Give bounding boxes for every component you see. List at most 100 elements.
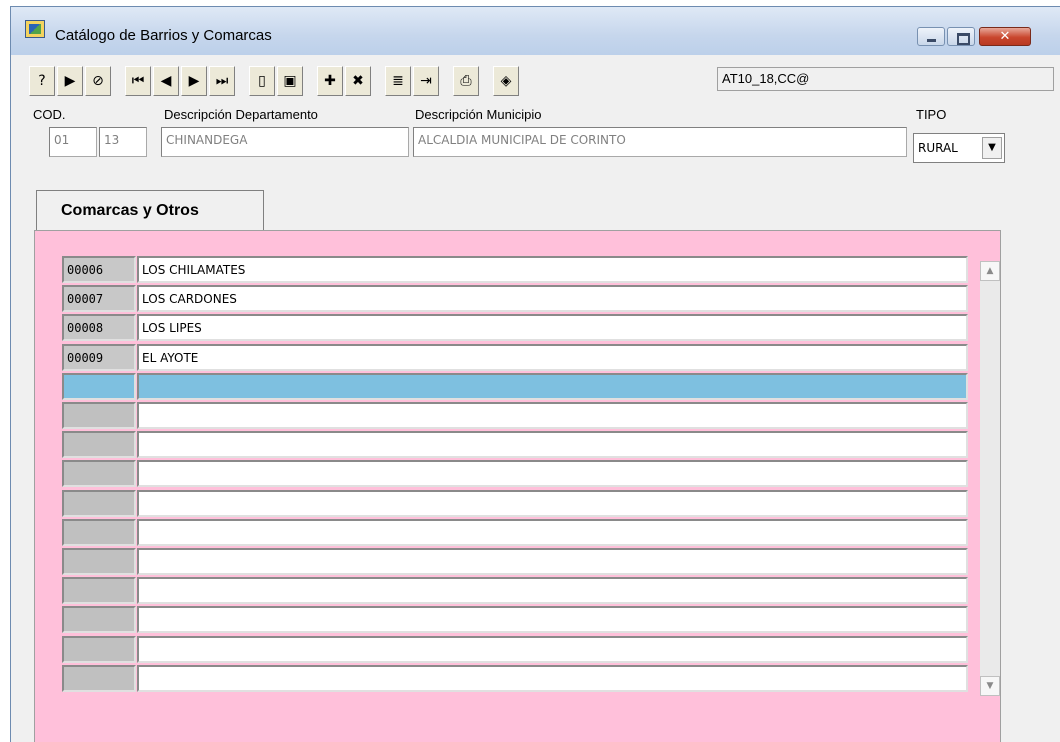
description-cell[interactable] <box>137 402 968 429</box>
description-cell[interactable] <box>137 431 968 459</box>
print-button[interactable]: ⎙ <box>453 66 479 96</box>
description-cell[interactable] <box>137 518 968 546</box>
code-cell[interactable] <box>62 402 136 429</box>
cancel-query-icon: ⊘ <box>92 73 104 89</box>
title-bar[interactable]: Catálogo de Barrios y Comarcas ✕ <box>11 7 1060 55</box>
next-record-button[interactable]: ▶ <box>181 66 207 96</box>
table-row[interactable] <box>62 606 968 634</box>
tipo-value: RURAL <box>918 141 958 155</box>
description-cell[interactable] <box>137 577 968 605</box>
cod-municipio-field[interactable]: 13 <box>99 127 147 157</box>
execute-query-button[interactable]: ▶ <box>57 66 83 96</box>
next-record-icon: ▶ <box>188 73 200 89</box>
table-row[interactable]: 00009 EL AYOTE <box>62 343 968 371</box>
table-row[interactable] <box>62 548 968 575</box>
table-row[interactable]: 00007 LOS CARDONES <box>62 285 968 313</box>
table-row[interactable] <box>62 402 968 429</box>
last-record-icon: ⏭ <box>215 73 229 89</box>
new-document-button[interactable]: ▯ <box>249 66 275 96</box>
close-icon: ✕ <box>999 29 1011 44</box>
description-cell[interactable] <box>137 664 968 692</box>
code-cell[interactable]: 00006 <box>62 256 136 283</box>
code-cell[interactable] <box>62 460 136 488</box>
departamento-label: Descripción Departamento <box>164 107 318 122</box>
exit-button[interactable]: ⇥ <box>413 66 439 96</box>
code-cell[interactable] <box>62 431 136 459</box>
tipo-label: TIPO <box>916 107 947 122</box>
code-cell[interactable] <box>62 548 136 575</box>
code-cell[interactable] <box>62 489 136 517</box>
code-cell[interactable]: 00009 <box>62 343 136 371</box>
add-record-button[interactable]: ✚ <box>317 66 343 96</box>
table-row[interactable] <box>62 460 968 488</box>
minimize-button[interactable] <box>917 27 945 46</box>
table-row[interactable] <box>62 577 968 605</box>
close-button[interactable]: ✕ <box>979 27 1031 46</box>
delete-record-icon: ✖ <box>352 73 364 89</box>
toolbar-buttons: ? ▶ ⊘ ⏮ ◀ ▶ ⏭ ▯ ▣ ✚ ✖ ≣ ⇥ ⎙ ◈ <box>29 61 521 101</box>
description-cell[interactable]: LOS CHILAMATES <box>137 256 968 283</box>
description-cell[interactable]: LOS CARDONES <box>137 285 968 313</box>
query-icon: ? <box>38 73 46 89</box>
departamento-field[interactable]: CHINANDEGA <box>161 127 409 157</box>
window-title: Catálogo de Barrios y Comarcas <box>55 27 272 44</box>
description-cell[interactable] <box>137 460 968 488</box>
catalog-app-icon <box>25 20 45 38</box>
code-cell[interactable] <box>62 577 136 605</box>
toolbar: ? ▶ ⊘ ⏮ ◀ ▶ ⏭ ▯ ▣ ✚ ✖ ≣ ⇥ ⎙ ◈ AT10_18,CC@ <box>29 61 1054 101</box>
help-book-button[interactable]: ◈ <box>493 66 519 96</box>
list-icon: ≣ <box>392 73 404 89</box>
maximize-button[interactable] <box>947 27 975 46</box>
execute-query-icon: ▶ <box>64 73 76 89</box>
code-cell[interactable] <box>62 518 136 546</box>
add-record-icon: ✚ <box>324 73 336 89</box>
last-record-button[interactable]: ⏭ <box>209 66 235 96</box>
cod-label: COD. <box>33 107 66 122</box>
table-row[interactable] <box>62 489 968 517</box>
description-cell[interactable] <box>137 489 968 517</box>
description-cell[interactable] <box>137 548 968 575</box>
prev-record-icon: ◀ <box>160 73 172 89</box>
table-row[interactable] <box>62 518 968 546</box>
app-window: Catálogo de Barrios y Comarcas ✕ ? ▶ ⊘ ⏮ ◀ ▶ ⏭… <box>10 6 1060 742</box>
first-record-button[interactable]: ⏮ <box>125 66 151 96</box>
chevron-down-icon[interactable]: ▼ <box>982 137 1002 159</box>
first-record-icon: ⏮ <box>131 73 145 89</box>
table-row[interactable] <box>62 635 968 663</box>
comarcas-panel: 00006 LOS CHILAMATES 00007 LOS CARDONES 0000… <box>34 230 1001 742</box>
table-row[interactable] <box>62 372 968 400</box>
municipio-field[interactable]: ALCALDIA MUNICIPAL DE CORINTO <box>413 127 907 157</box>
table-row[interactable]: 00006 LOS CHILAMATES <box>62 256 968 283</box>
code-cell[interactable] <box>62 606 136 634</box>
query-button[interactable]: ? <box>29 66 55 96</box>
table-row[interactable]: 00008 LOS LIPES <box>62 314 968 342</box>
municipio-label: Descripción Municipio <box>415 107 542 122</box>
description-cell[interactable]: LOS LIPES <box>137 314 968 342</box>
cod-departamento-field[interactable]: 01 <box>49 127 97 157</box>
tab-comarcas-y-otros[interactable]: Comarcas y Otros <box>36 190 264 230</box>
delete-record-button[interactable]: ✖ <box>345 66 371 96</box>
cancel-query-button[interactable]: ⊘ <box>85 66 111 96</box>
code-cell[interactable]: 00008 <box>62 314 136 342</box>
scroll-down-icon[interactable]: ▼ <box>980 676 1000 696</box>
description-cell[interactable] <box>137 606 968 634</box>
description-cell[interactable]: EL AYOTE <box>137 343 968 371</box>
code-cell[interactable]: 00007 <box>62 285 136 313</box>
exit-icon: ⇥ <box>420 73 432 89</box>
scroll-up-icon[interactable]: ▲ <box>980 261 1000 281</box>
description-cell[interactable] <box>137 635 968 663</box>
save-button[interactable]: ▣ <box>277 66 303 96</box>
table-row[interactable] <box>62 664 968 692</box>
list-button[interactable]: ≣ <box>385 66 411 96</box>
code-cell[interactable] <box>62 664 136 692</box>
prev-record-button[interactable]: ◀ <box>153 66 179 96</box>
code-cell[interactable] <box>62 372 136 400</box>
help-book-icon: ◈ <box>500 73 512 89</box>
user-session-field: AT10_18,CC@ <box>717 67 1054 91</box>
table-row[interactable] <box>62 431 968 459</box>
description-cell[interactable] <box>137 372 968 400</box>
save-icon: ▣ <box>283 73 297 89</box>
vertical-scrollbar[interactable]: ▲ ▼ <box>980 261 1000 696</box>
code-cell[interactable] <box>62 635 136 663</box>
tipo-select[interactable]: RURAL ▼ <box>913 133 1005 163</box>
